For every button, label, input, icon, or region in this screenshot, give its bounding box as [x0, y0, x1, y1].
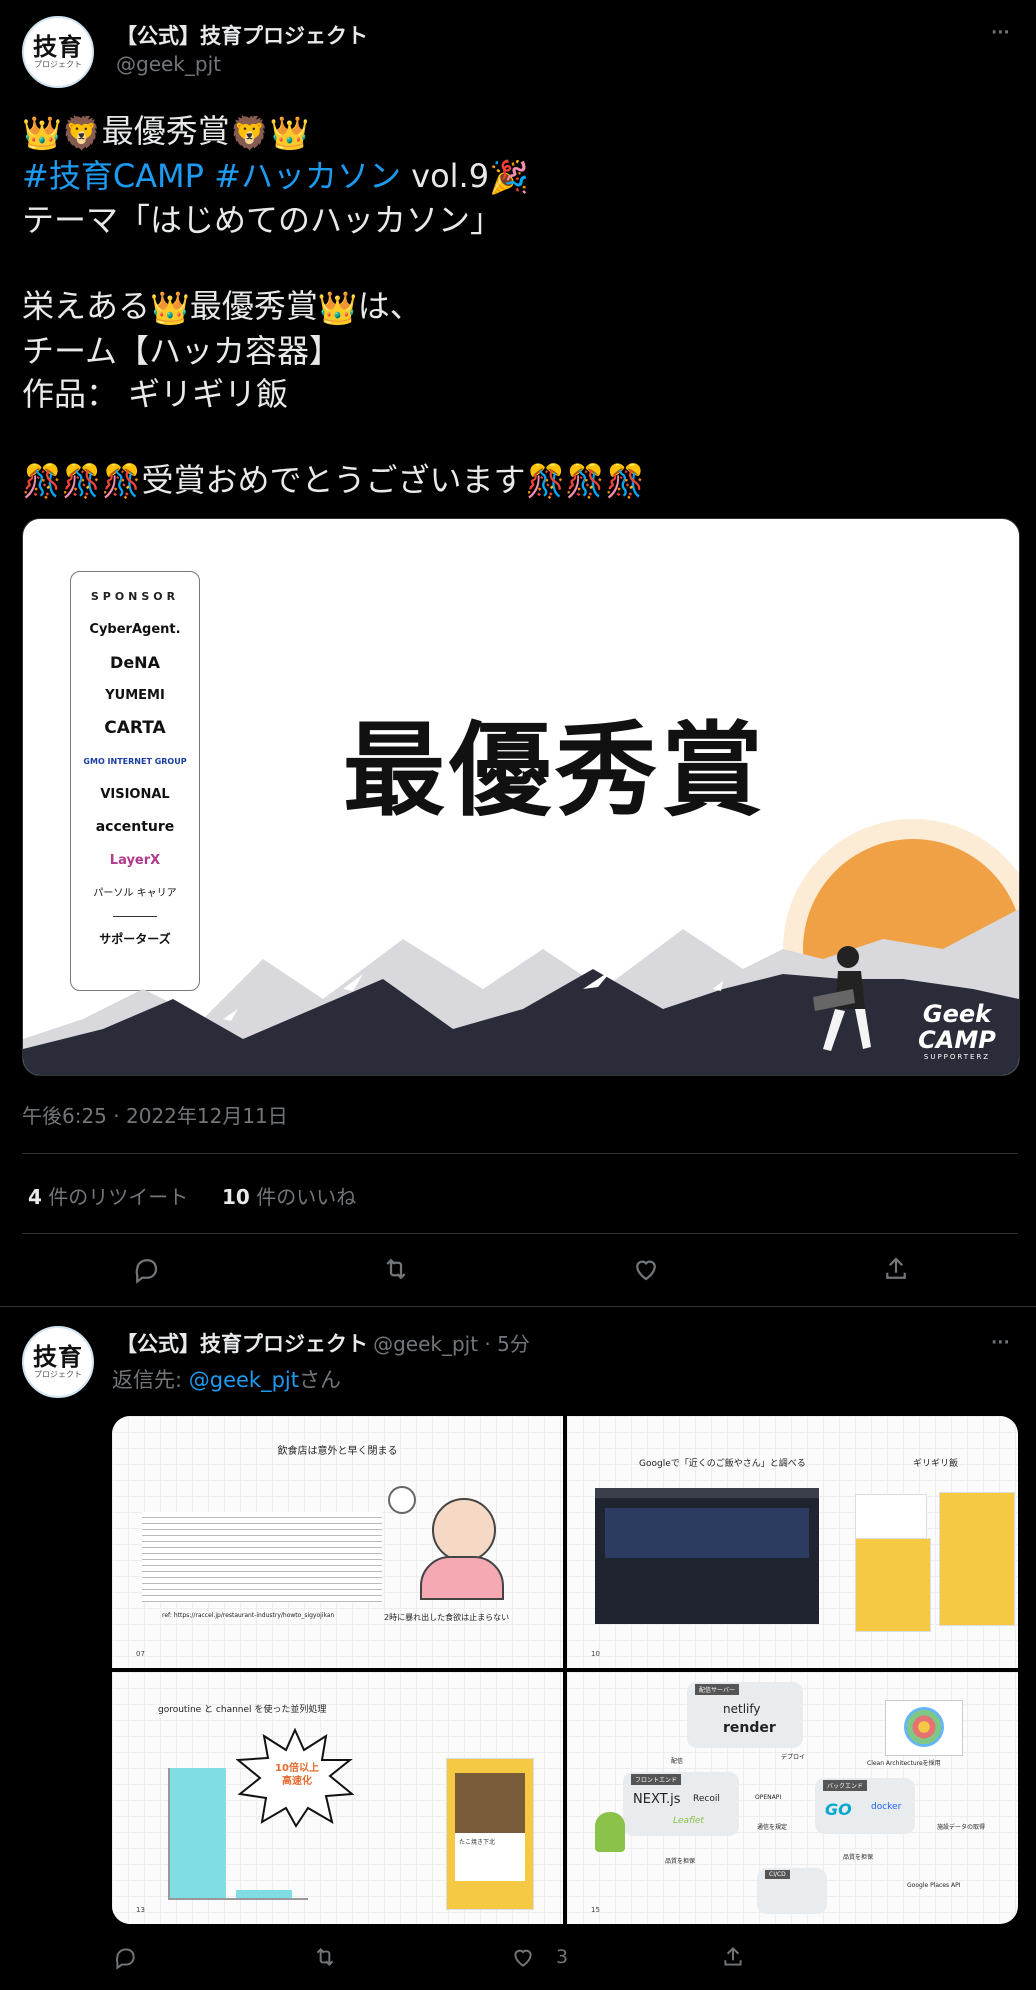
tweet-line-1: 👑🦁最優秀賞🦁👑	[22, 110, 1012, 155]
tweet-line-6: 作品： ギリギリ飯	[22, 374, 289, 413]
share-icon[interactable]	[720, 1944, 746, 1970]
tweet-image[interactable]: SPONSOR CyberAgent. DeNA YUMEMI CARTA GM…	[22, 518, 1020, 1076]
mountain-illustration	[23, 819, 1019, 1075]
reply-time[interactable]: · 5分	[478, 1332, 529, 1356]
chart-bar	[236, 1890, 292, 1898]
hashtag-link[interactable]: #ハッカソン	[214, 157, 401, 195]
lion-emoji: 🦁	[229, 113, 270, 152]
like-stats[interactable]: 10 件のいいね	[222, 1181, 356, 1210]
reply-to-handle[interactable]: @geek_pjt	[189, 1368, 299, 1392]
divider	[22, 1153, 1018, 1154]
crown-emoji: 👑	[269, 113, 310, 152]
author-name[interactable]: 【公式】技育プロジェクト	[116, 20, 368, 50]
person-illustration	[432, 1498, 496, 1562]
person-illustration	[595, 1812, 625, 1852]
retweet-icon[interactable]	[381, 1254, 411, 1284]
confetti-ball-emoji: 🎊	[565, 462, 606, 500]
confetti-ball-emoji: 🎊	[61, 462, 102, 500]
divider	[0, 1306, 1036, 1307]
reply-author-handle[interactable]: @geek_pjt	[373, 1332, 478, 1356]
confetti-ball-emoji: 🎊	[22, 462, 62, 500]
retweet-count: 4	[28, 1185, 42, 1209]
tweet-timestamp[interactable]: 午後6:25 · 2022年12月11日	[22, 1100, 288, 1129]
crown-emoji: 👑	[317, 288, 358, 327]
reply-to-line: 返信先: @geek_pjtさん	[112, 1368, 341, 1392]
app-screen	[939, 1492, 1015, 1626]
google-maps-screenshot	[595, 1488, 819, 1624]
author-handle[interactable]: @geek_pjt	[116, 52, 221, 76]
geek-camp-logo: Geek CAMP SUPPORTERZ	[918, 1000, 996, 1061]
reply-avatar[interactable]: 技育 プロジェクト	[22, 1326, 94, 1398]
tweet-text: 👑🦁最優秀賞🦁👑 #技育CAMP #ハッカソン vol.9🎉 テーマ「はじめての…	[22, 110, 1012, 503]
confetti-ball-emoji: 🎊	[101, 462, 142, 500]
hosting-box: 配信サーバー netlify render	[687, 1682, 803, 1748]
like-icon[interactable]	[631, 1254, 661, 1284]
slide-title: Googleで「近くのご飯やさん」と調べる	[639, 1459, 806, 1469]
retweet-stats[interactable]: 4 件のリツイート	[28, 1181, 188, 1210]
share-icon[interactable]	[881, 1254, 911, 1284]
frontend-box: フロントエンド NEXT.js Recoil Leaflet	[623, 1772, 739, 1836]
reply-image-grid: 飲食店は意外と早く閉まる ref: https://raccel.jp/rest…	[112, 1416, 1018, 1924]
backend-box: バックエンド GO docker	[815, 1778, 915, 1834]
more-options-icon[interactable]: ···	[990, 1328, 1011, 1358]
like-icon[interactable]	[510, 1944, 536, 1970]
tweet-line-5: チーム【ハッカ容器】	[22, 331, 342, 370]
crown-emoji: 👑	[150, 288, 190, 327]
tweet-line-4: 栄えある👑最優秀賞👑は、	[22, 285, 1012, 330]
reply-like-count: 3	[556, 1946, 569, 1968]
avatar[interactable]: 技育 プロジェクト	[22, 16, 94, 88]
cicd-box: CI/CD	[757, 1868, 827, 1914]
like-label: 件のいいね	[249, 1185, 357, 1209]
lion-emoji: 🦁	[61, 113, 102, 152]
line2-suffix: vol.9	[400, 156, 490, 195]
like-count: 10	[222, 1185, 250, 1209]
reply-header: 【公式】技育プロジェクト @geek_pjt · 5分	[116, 1328, 530, 1358]
clean-architecture-diagram	[885, 1700, 963, 1756]
badge-text: 10倍以上 高速化	[275, 1763, 319, 1787]
retweet-label: 件のリツイート	[41, 1185, 189, 1209]
more-options-icon[interactable]: ···	[990, 18, 1011, 48]
slide-caption: 2時に暴れ出した食欲は止まらない	[384, 1613, 510, 1622]
clock-icon	[388, 1486, 416, 1514]
avatar-subtext: プロジェクト	[34, 1370, 82, 1379]
slide-image-4[interactable]: 配信サーバー netlify render フロントエンド NEXT.js Re…	[567, 1672, 1018, 1924]
confetti-ball-emoji: 🎊	[525, 462, 566, 500]
slide-image-1[interactable]: 飲食店は意外と早く閉まる ref: https://raccel.jp/rest…	[112, 1416, 563, 1668]
slide-image-2[interactable]: Googleで「近くのご飯やさん」と調べる ギリギリ飯 10	[567, 1416, 1018, 1668]
slide-title: 飲食店は意外と早く閉まる	[277, 1446, 398, 1457]
reply-icon[interactable]	[131, 1254, 161, 1284]
confetti-ball-emoji: 🎊	[605, 462, 646, 500]
avatar-text: 技育	[33, 33, 83, 61]
slide-image-3[interactable]: goroutine と channel を使った並列処理 10倍以上 高速化 た…	[112, 1672, 563, 1924]
slide-ref: ref: https://raccel.jp/restaurant-indust…	[162, 1612, 335, 1619]
slide-title: goroutine と channel を使った並列処理	[158, 1705, 327, 1715]
party-popper-emoji: 🎉	[489, 158, 529, 196]
avatar-subtext: プロジェクト	[34, 60, 82, 69]
slide-title: ギリギリ飯	[913, 1459, 959, 1469]
slide-text-block	[142, 1512, 382, 1602]
reply-author-name[interactable]: 【公式】技育プロジェクト	[116, 1332, 368, 1356]
hashtag-link[interactable]: #技育CAMP	[22, 157, 204, 195]
crown-emoji: 👑	[22, 113, 62, 152]
tweet-line-7: 🎊🎊🎊受賞おめでとうございます🎊🎊🎊	[22, 459, 1012, 504]
app-screen: たこ焼き下北	[446, 1758, 534, 1910]
retweet-icon[interactable]	[312, 1944, 338, 1970]
line1-text: 最優秀賞	[101, 112, 230, 150]
chart-bar	[170, 1768, 226, 1898]
app-screen	[855, 1538, 931, 1632]
tweet-line-2: #技育CAMP #ハッカソン vol.9🎉	[22, 155, 1012, 200]
avatar-text: 技育	[33, 1343, 83, 1371]
tweet-line-3: テーマ「はじめてのハッカソン」	[22, 201, 503, 239]
reply-icon[interactable]	[112, 1944, 138, 1970]
divider	[22, 1233, 1018, 1234]
